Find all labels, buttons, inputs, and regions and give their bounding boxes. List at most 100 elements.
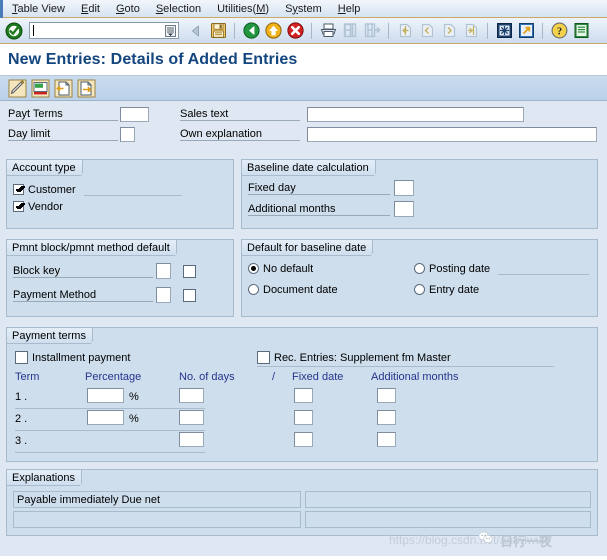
vendor-checkbox[interactable] [13,201,24,212]
account-type-customer-row[interactable]: Customer [13,181,227,198]
explanation-left-field[interactable]: Payable immediately Due net [13,491,301,508]
menu-item-system[interactable]: System [277,0,330,18]
customer-label: Customer [28,183,76,196]
menu-item-edit[interactable]: Edit [73,0,108,18]
column-header-additional-months: Additional months [371,371,459,383]
no-of-days-input[interactable] [179,432,204,447]
no-default-label: No default [263,262,314,275]
percentage-input[interactable] [87,410,124,425]
fixed-date-input[interactable] [294,388,313,403]
toolbar-separator [234,22,235,39]
day-limit-label: Day limit [8,128,118,141]
fixed-date-input[interactable] [294,432,313,447]
radio-no-default-row[interactable]: No default [248,260,413,277]
row-underline [15,452,205,453]
posting-date-radio[interactable] [414,263,425,274]
block-key-row: Block key [13,262,227,282]
menu-item-goto[interactable]: Goto [108,0,148,18]
payment-method-checkbox[interactable] [183,289,196,302]
command-field[interactable] [29,22,179,39]
cancel-red-icon[interactable] [285,21,305,41]
fixed-date-input[interactable] [294,410,313,425]
explanations-title: Explanations [7,470,90,486]
payment-terms-group: Payment terms Installment payment Rec. E… [6,327,598,462]
toolbar-separator [311,22,312,39]
new-session-icon[interactable] [494,21,514,41]
installment-payment-row[interactable]: Installment payment [15,349,130,366]
payt-terms-input[interactable] [120,107,149,122]
document-date-radio[interactable] [248,284,259,295]
customer-checkbox[interactable] [13,184,24,195]
menu-item-selection[interactable]: Selection [148,0,209,18]
additional-months-input[interactable] [377,410,396,425]
radio-entry-date-row[interactable]: Entry date [414,281,589,298]
fixed-day-input[interactable] [394,180,414,196]
command-history-dropdown-icon[interactable] [165,25,176,37]
explanation-left-field[interactable] [13,511,301,528]
page-title: New Entries: Details of Added Entries [0,44,607,75]
sales-text-input[interactable] [307,107,524,122]
radio-document-date-row[interactable]: Document date [248,281,413,298]
additional-months-input[interactable] [377,432,396,447]
help-icon[interactable]: ? [549,21,569,41]
previous-page-icon[interactable] [417,21,437,41]
last-page-icon[interactable] [461,21,481,41]
percentage-input[interactable] [87,388,124,403]
sales-text-label: Sales text [180,108,300,121]
own-explanation-input[interactable] [307,127,597,142]
back-arrow-icon[interactable] [186,21,206,41]
baseline-date-calculation-group: Baseline date calculation Fixed day Addi… [241,159,598,229]
menu-item-utilities[interactable]: Utilities(M) [209,0,277,18]
toolbar-separator [542,22,543,39]
installment-payment-checkbox[interactable] [15,351,28,364]
application-toolbar [0,76,607,101]
explanation-right-field[interactable] [305,491,591,508]
account-type-vendor-row[interactable]: Vendor [13,198,227,215]
rec-entries-underline [257,366,554,367]
command-input[interactable] [34,23,156,38]
back-green-icon[interactable] [241,21,261,41]
no-default-radio[interactable] [248,263,259,274]
explanations-group: Explanations Payable immediately Due net [6,469,598,536]
payment-method-input[interactable] [156,287,171,303]
exit-yellow-icon[interactable] [263,21,283,41]
default-baseline-date-group: Default for baseline date No default Pos… [241,239,598,317]
print-icon[interactable] [318,21,338,41]
sap-gui-window: Table View Edit Goto Selection Utilities… [0,0,607,560]
account-type-title: Account type [7,160,91,176]
shortcut-icon[interactable] [516,21,536,41]
rec-entries-row[interactable]: Rec. Entries: Supplement fm Master [257,349,592,366]
block-key-input[interactable] [156,263,171,279]
layout-menu-icon[interactable] [572,21,592,41]
enter-check-icon[interactable] [4,21,24,41]
field-underline [498,262,589,275]
explanation-right-field[interactable] [305,511,591,528]
new-entries-icon[interactable] [31,79,50,98]
save-icon[interactable] [208,21,228,41]
display-change-icon[interactable] [8,79,27,98]
payment-term-row: 1 . % [7,387,599,409]
copy-as-icon[interactable] [54,79,73,98]
screen-canvas: Payt Terms Sales text Day limit Own expl… [0,101,607,556]
find-next-icon[interactable] [362,21,382,41]
additional-months-input[interactable] [377,388,396,403]
menu-item-table-view[interactable]: Table View [4,0,73,18]
entry-date-label: Entry date [429,283,480,296]
find-icon[interactable] [340,21,360,41]
no-of-days-input[interactable] [179,388,204,403]
next-page-icon[interactable] [439,21,459,41]
no-of-days-input[interactable] [179,410,204,425]
toolbar-separator [388,22,389,39]
first-page-icon[interactable] [395,21,415,41]
main-toolbar: ? [0,18,607,44]
baseline-date-calculation-title: Baseline date calculation [242,160,384,176]
radio-posting-date-row[interactable]: Posting date [414,260,589,277]
block-key-checkbox[interactable] [183,265,196,278]
rec-entries-checkbox[interactable] [257,351,270,364]
day-limit-input[interactable] [120,127,135,142]
account-type-body: Customer Vendor [7,176,233,215]
entry-date-radio[interactable] [414,284,425,295]
additional-months-input[interactable] [394,201,414,217]
paste-icon[interactable] [77,79,96,98]
menu-item-help[interactable]: Help [330,0,369,18]
